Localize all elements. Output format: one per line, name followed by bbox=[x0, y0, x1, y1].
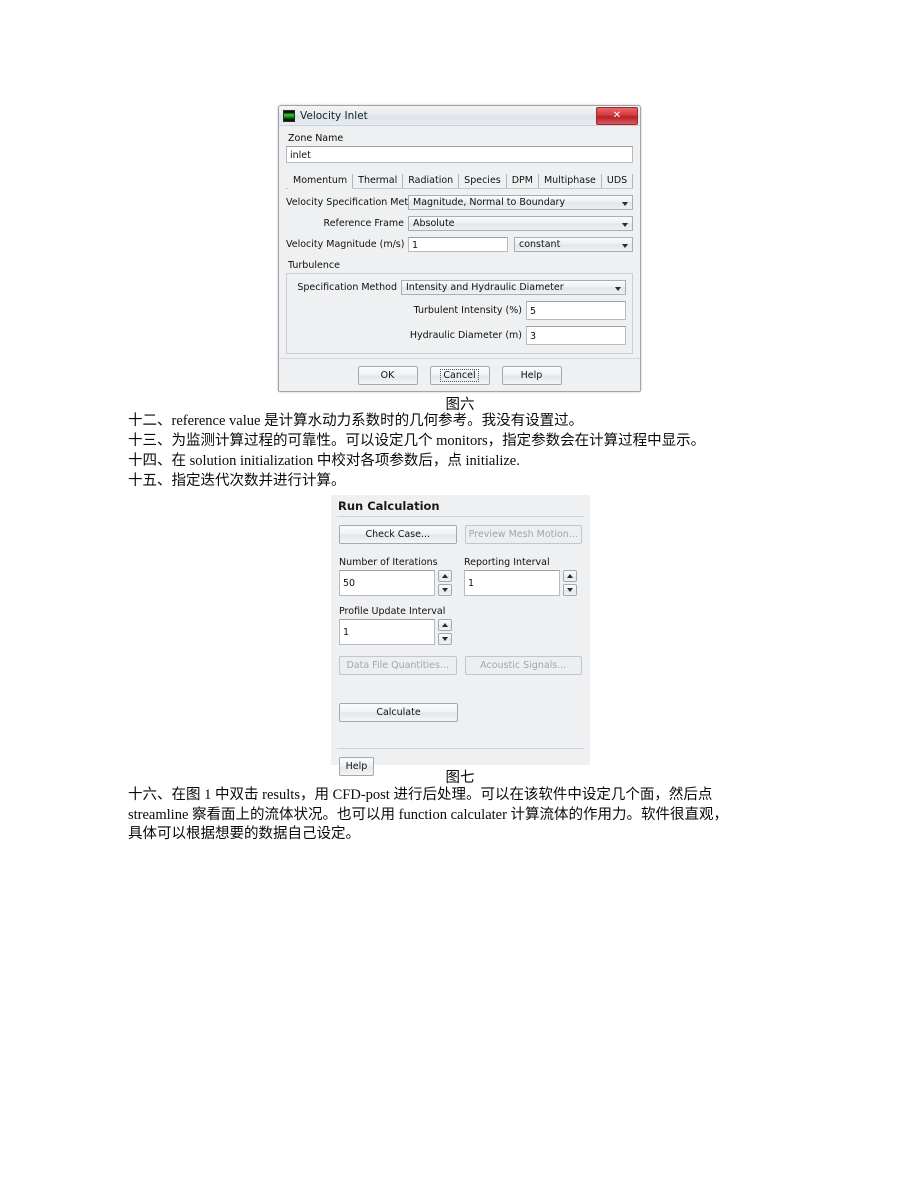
paragraph-twelve-text: 十二、reference value 是计算水动力系数时的几何参考。我没有设置过… bbox=[128, 413, 584, 429]
preview-mesh-motion-button: Preview Mesh Motion... bbox=[464, 525, 582, 544]
profile-update-interval-group: Profile Update Interval 1 bbox=[339, 606, 456, 645]
number-of-iterations-stepper: 50 bbox=[339, 570, 456, 596]
tab-species[interactable]: Species bbox=[459, 174, 507, 188]
reporting-interval-label: Reporting Interval bbox=[464, 557, 550, 568]
velocity-magnitude-input[interactable]: 1 bbox=[408, 237, 508, 252]
data-file-quantities-button: Data File Quantities... bbox=[339, 656, 457, 675]
number-of-iterations-label: Number of Iterations bbox=[339, 557, 438, 568]
tab-momentum[interactable]: Momentum bbox=[288, 174, 354, 189]
paragraph-thirteen-text: 十三、为监测计算过程的可靠性。可以设定几个 monitors，指定参数会在计算过… bbox=[128, 433, 706, 449]
reporting-interval-spin-buttons bbox=[563, 570, 577, 596]
velocity-magnitude-profile-select[interactable]: constant bbox=[514, 237, 633, 252]
reporting-interval-input[interactable]: 1 bbox=[464, 570, 560, 596]
zone-name-label: Zone Name bbox=[288, 133, 344, 144]
acoustic-signals-button: Acoustic Signals... bbox=[464, 656, 582, 675]
calculate-button-row: Calculate bbox=[339, 703, 582, 722]
reporting-interval-group: Reporting Interval 1 bbox=[464, 557, 581, 596]
turbulence-spec-method-row: Specification Method Intensity and Hydra… bbox=[293, 280, 626, 295]
tab-multiphase[interactable]: Multiphase bbox=[539, 174, 602, 188]
cancel-button[interactable]: Cancel bbox=[429, 365, 490, 385]
turbulent-intensity-input[interactable]: 5 bbox=[526, 301, 626, 320]
paragraph-sixteen-line-2: streamline 察看面上的流体状况。也可以用 function calcu… bbox=[128, 806, 729, 823]
run-calculation-panel: Run Calculation Check Case... Preview Me… bbox=[331, 495, 590, 776]
chevron-up-icon[interactable] bbox=[563, 570, 577, 582]
chevron-down-icon[interactable] bbox=[563, 584, 577, 596]
paragraph-thirteen: 十三、为监测计算过程的可靠性。可以设定几个 monitors，指定参数会在计算过… bbox=[128, 432, 792, 452]
reference-frame-row: Reference Frame Absolute bbox=[286, 216, 633, 231]
figure-six-caption: 图六 bbox=[445, 397, 475, 413]
paragraph-fourteen: 十四、在 solution initialization 中校对各项参数后，点 … bbox=[128, 452, 792, 472]
profile-update-interval-label: Profile Update Interval bbox=[339, 606, 446, 617]
profile-update-interval-input[interactable]: 1 bbox=[339, 619, 435, 645]
zone-name-input[interactable]: inlet bbox=[286, 146, 633, 163]
close-icon[interactable]: ✕ bbox=[596, 107, 638, 125]
dialog-body: Zone Name inlet Momentum Thermal Radiati… bbox=[279, 126, 640, 372]
tab-uds[interactable]: UDS bbox=[602, 174, 634, 188]
help-button[interactable]: Help bbox=[501, 365, 562, 385]
velocity-inlet-dialog: Velocity Inlet ✕ Zone Name inlet Momentu… bbox=[278, 105, 641, 392]
paragraph-sixteen-line-3: 具体可以根据想要的数据自己设定。 bbox=[128, 826, 360, 842]
cancel-button-label: Cancel bbox=[440, 368, 479, 382]
paragraph-twelve: 十二、reference value 是计算水动力系数时的几何参考。我没有设置过… bbox=[128, 412, 792, 432]
dialog-tabs: Momentum Thermal Radiation Species DPM M… bbox=[286, 172, 634, 189]
hydraulic-diameter-row: Hydraulic Diameter (m) 3 bbox=[293, 326, 626, 345]
secondary-button-row: Data File Quantities... Acoustic Signals… bbox=[339, 656, 582, 675]
hydraulic-diameter-label: Hydraulic Diameter (m) bbox=[409, 330, 522, 341]
document-page: Velocity Inlet ✕ Zone Name inlet Momentu… bbox=[0, 0, 920, 1191]
velocity-magnitude-label: Velocity Magnitude (m/s) bbox=[286, 239, 405, 250]
turbulence-groupbox: Specification Method Intensity and Hydra… bbox=[286, 273, 633, 354]
reference-frame-label: Reference Frame bbox=[323, 218, 404, 229]
tab-radiation[interactable]: Radiation bbox=[403, 174, 460, 188]
velocity-spec-method-label: Velocity Specification Method bbox=[286, 197, 426, 208]
dialog-button-bar: OK Cancel Help bbox=[279, 358, 640, 391]
chevron-down-icon[interactable] bbox=[438, 584, 452, 596]
turbulent-intensity-row: Turbulent Intensity (%) 5 bbox=[293, 301, 626, 320]
dialog-title: Velocity Inlet bbox=[300, 109, 368, 122]
turbulence-spec-method-select[interactable]: Intensity and Hydraulic Diameter bbox=[401, 280, 626, 295]
velocity-spec-method-row: Velocity Specification Method Magnitude,… bbox=[286, 195, 633, 210]
number-of-iterations-group: Number of Iterations 50 bbox=[339, 557, 456, 596]
tab-thermal[interactable]: Thermal bbox=[353, 174, 404, 188]
ok-button[interactable]: OK bbox=[357, 365, 418, 385]
help-divider bbox=[337, 748, 584, 749]
paragraph-fourteen-text: 十四、在 solution initialization 中校对各项参数后，点 … bbox=[128, 453, 520, 469]
profile-update-interval-stepper: 1 bbox=[339, 619, 456, 645]
figure-seven-caption: 图七 bbox=[445, 770, 475, 786]
paragraph-sixteen-line-1: 十六、在图 1 中双击 results，用 CFD-post 进行后处理。可以在… bbox=[128, 787, 713, 803]
chevron-up-icon[interactable] bbox=[438, 570, 452, 582]
velocity-magnitude-row: Velocity Magnitude (m/s) 1 constant bbox=[286, 237, 633, 252]
reference-frame-select[interactable]: Absolute bbox=[408, 216, 633, 231]
turbulence-spec-method-label: Specification Method bbox=[297, 282, 397, 293]
number-of-iterations-input[interactable]: 50 bbox=[339, 570, 435, 596]
chevron-up-icon[interactable] bbox=[438, 619, 452, 631]
run-calculation-body: Check Case... Preview Mesh Motion... Num… bbox=[331, 517, 590, 722]
velocity-spec-method-select[interactable]: Magnitude, Normal to Boundary bbox=[408, 195, 633, 210]
paragraph-fifteen-text: 十五、指定迭代次数并进行计算。 bbox=[128, 473, 346, 489]
turbulence-group-label: Turbulence bbox=[288, 260, 340, 271]
number-of-iterations-spin-buttons bbox=[438, 570, 452, 596]
reporting-interval-stepper: 1 bbox=[464, 570, 581, 596]
chevron-down-icon[interactable] bbox=[438, 633, 452, 645]
paragraph-sixteen: 十六、在图 1 中双击 results，用 CFD-post 进行后处理。可以在… bbox=[128, 786, 792, 845]
paragraph-fifteen: 十五、指定迭代次数并进行计算。 bbox=[128, 472, 792, 492]
top-button-row: Check Case... Preview Mesh Motion... bbox=[339, 525, 582, 544]
profile-update-interval-spin-buttons bbox=[438, 619, 452, 645]
hydraulic-diameter-input[interactable]: 3 bbox=[526, 326, 626, 345]
iterations-row: Number of Iterations 50 Reporting Interv… bbox=[339, 557, 582, 596]
check-case-button[interactable]: Check Case... bbox=[339, 525, 457, 544]
tab-dpm[interactable]: DPM bbox=[507, 174, 539, 188]
run-calculation-title: Run Calculation bbox=[338, 499, 440, 513]
turbulent-intensity-label: Turbulent Intensity (%) bbox=[413, 305, 522, 316]
calculate-button[interactable]: Calculate bbox=[339, 703, 458, 722]
fluent-app-icon bbox=[283, 109, 295, 122]
dialog-titlebar[interactable]: Velocity Inlet ✕ bbox=[279, 106, 640, 126]
